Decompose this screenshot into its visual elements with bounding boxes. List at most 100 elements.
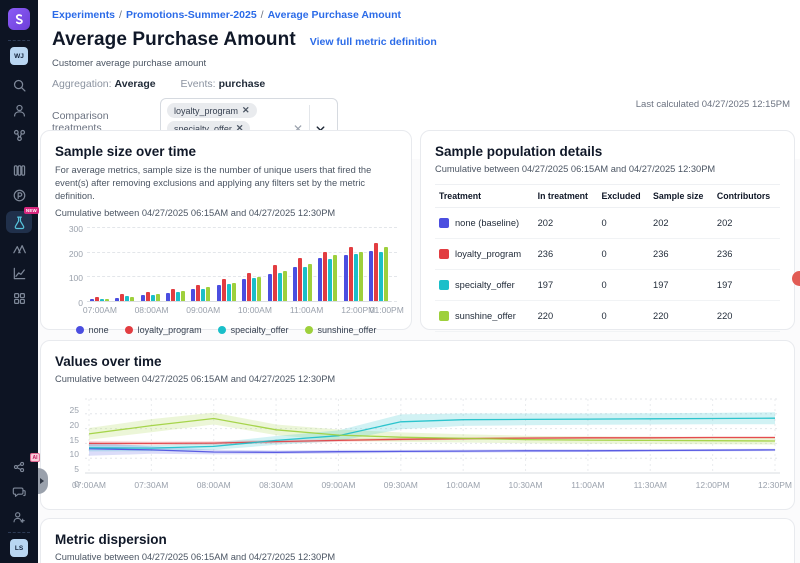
workspace-avatar[interactable]: WJ: [10, 47, 28, 65]
bar-loyalty_program: [374, 243, 378, 301]
bar-loyalty_program: [95, 297, 99, 301]
bar-group[interactable]: [318, 252, 337, 301]
sample-size-card: Sample size over time For average metric…: [40, 130, 412, 330]
aggregation-value: Average: [115, 78, 156, 90]
bar-group[interactable]: [293, 258, 312, 301]
user-avatar[interactable]: LS: [10, 539, 28, 557]
statsig-logo[interactable]: [8, 8, 30, 30]
bar-group[interactable]: [268, 265, 287, 301]
ai-assistant-icon[interactable]: AI: [6, 457, 32, 476]
legend-item[interactable]: loyalty_program: [125, 325, 202, 335]
population-table: TreatmentIn treatmentExcludedSample size…: [435, 184, 780, 332]
table-header: Treatment: [435, 185, 534, 208]
sidebar-divider-bottom: [8, 532, 30, 533]
feature-gates-icon[interactable]: [6, 161, 32, 180]
table-row: loyalty_program2360236236: [435, 239, 780, 270]
treatment-chip[interactable]: loyalty_program✕: [167, 103, 257, 118]
aggregation-label: Aggregation:: [52, 78, 112, 90]
bar-loyalty_program: [273, 265, 277, 301]
table-row: sunshine_offer2200220220: [435, 301, 780, 332]
bar-sunshine_offer: [232, 283, 236, 302]
values-period: Cumulative between 04/27/2025 06:15AM an…: [55, 374, 780, 384]
treatment-swatch: [439, 249, 449, 259]
bar-none: [268, 274, 272, 301]
new-badge: NEW: [24, 207, 39, 214]
legend-item[interactable]: specialty_offer: [218, 325, 289, 335]
bar-specialty_offer: [201, 289, 205, 301]
view-metric-definition-link[interactable]: View full metric definition: [310, 36, 437, 48]
bar-group[interactable]: [115, 294, 134, 301]
bar-loyalty_program: [298, 258, 302, 301]
breadcrumb-experiment[interactable]: Promotions-Summer-2025: [126, 9, 257, 21]
population-title: Sample population details: [435, 144, 780, 159]
events-label: Events:: [181, 78, 216, 90]
bar-sunshine_offer: [283, 271, 287, 301]
users-icon[interactable]: [6, 101, 32, 120]
segments-icon[interactable]: [6, 126, 32, 145]
values-line-chart[interactable]: 0510152025 07:00AM07:30AM08:00AM08:30AM0…: [55, 394, 780, 492]
sample-size-bar-chart[interactable]: 0100200300: [87, 228, 397, 302]
comparison-label: Comparison treatments: [52, 98, 160, 134]
bar-chart-x-axis: 07:00AM08:00AM09:00AM10:00AM11:00AM12:00…: [87, 305, 397, 318]
bar-group[interactable]: [344, 247, 363, 301]
aggregation-row: Aggregation:Average Events:purchase: [52, 78, 786, 90]
bar-sunshine_offer: [359, 252, 363, 301]
breadcrumb-experiments[interactable]: Experiments: [52, 9, 115, 21]
population-period: Cumulative between 04/27/2025 06:15AM an…: [435, 164, 780, 174]
bar-none: [115, 298, 119, 301]
page-title: Average Purchase Amount: [52, 29, 296, 51]
pulse-icon[interactable]: [6, 186, 32, 205]
last-calculated: Last calculated 04/27/2025 12:15PM: [636, 99, 790, 110]
search-icon[interactable]: [6, 76, 32, 95]
sample-size-description: For average metrics, sample size is the …: [55, 164, 397, 203]
values-title: Values over time: [55, 354, 780, 369]
bar-group[interactable]: [166, 289, 185, 301]
bar-sunshine_offer: [130, 297, 134, 301]
bar-specialty_offer: [278, 273, 282, 301]
holdouts-icon[interactable]: [6, 239, 32, 258]
legend-item[interactable]: none: [76, 325, 109, 335]
metrics-icon[interactable]: [6, 264, 32, 283]
bar-specialty_offer: [328, 259, 332, 301]
table-header: Excluded: [598, 185, 650, 208]
dispersion-period: Cumulative between 04/27/2025 06:15AM an…: [55, 552, 780, 562]
bar-group[interactable]: [242, 273, 261, 301]
treatment-swatch: [439, 311, 449, 321]
legend-item[interactable]: sunshine_offer: [305, 325, 377, 335]
breadcrumb-metric[interactable]: Average Purchase Amount: [268, 9, 401, 21]
sidebar-divider: [8, 40, 30, 41]
bar-none: [166, 293, 170, 301]
bar-specialty_offer: [100, 299, 104, 301]
bar-group[interactable]: [217, 279, 236, 301]
bar-none: [344, 255, 348, 301]
bar-group[interactable]: [141, 292, 160, 301]
population-card: Sample population details Cumulative bet…: [420, 130, 795, 330]
experiments-icon[interactable]: NEW: [6, 211, 32, 233]
bar-loyalty_program: [323, 252, 327, 301]
table-row: specialty_offer1970197197: [435, 270, 780, 301]
bar-specialty_offer: [176, 292, 180, 301]
events-value: purchase: [219, 78, 266, 90]
bar-sunshine_offer: [181, 291, 185, 301]
dispersion-title: Metric dispersion: [55, 532, 780, 547]
bar-sunshine_offer: [257, 277, 261, 301]
support-icon[interactable]: [6, 482, 32, 501]
treatment-swatch: [439, 280, 449, 290]
bar-loyalty_program: [146, 292, 150, 301]
values-card: Values over time Cumulative between 04/2…: [40, 340, 795, 510]
breadcrumb: Experiments/Promotions-Summer-2025/Avera…: [52, 9, 786, 21]
apps-icon[interactable]: [6, 289, 32, 308]
invite-icon[interactable]: [6, 507, 32, 526]
table-row: none (baseline)2020202202: [435, 208, 780, 239]
feedback-notch[interactable]: [792, 271, 800, 286]
bar-group[interactable]: [369, 243, 388, 301]
bar-group[interactable]: [90, 297, 109, 301]
bar-loyalty_program: [222, 279, 226, 301]
bar-loyalty_program: [247, 273, 251, 301]
bar-loyalty_program: [120, 294, 124, 301]
bar-specialty_offer: [354, 254, 358, 301]
chip-remove-icon[interactable]: ✕: [242, 105, 250, 116]
bar-none: [242, 279, 246, 301]
bar-group[interactable]: [191, 285, 210, 301]
bar-sunshine_offer: [308, 264, 312, 301]
